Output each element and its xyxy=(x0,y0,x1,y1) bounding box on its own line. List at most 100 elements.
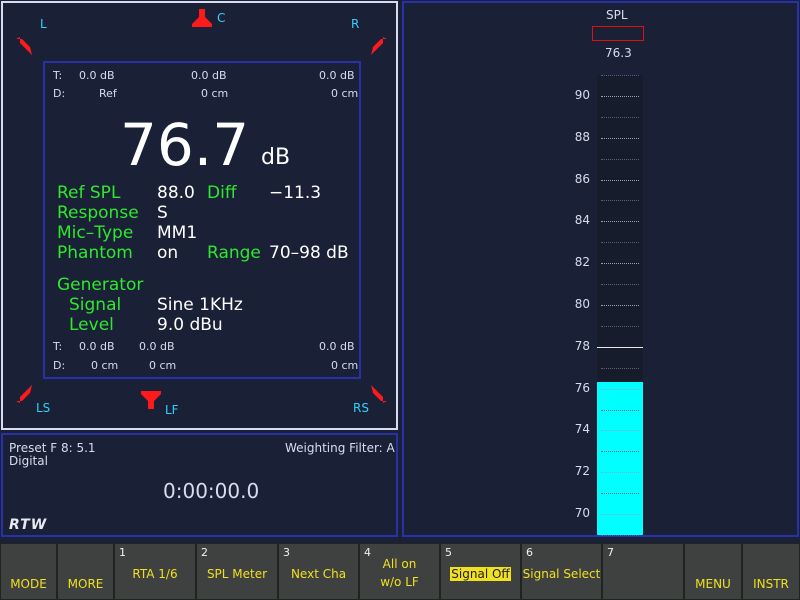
delay-bottom-ls: 0 cm xyxy=(91,359,119,372)
meter-tick-label: 76 xyxy=(574,380,590,395)
meter-gridline xyxy=(601,75,639,76)
next-channel-button[interactable]: 3 Next Cha xyxy=(278,543,359,600)
meter-gridline xyxy=(601,493,639,495)
meter-readout: 76.3 xyxy=(605,46,632,60)
menu-button[interactable]: MENU xyxy=(684,543,742,600)
ref-spl-label: Ref SPL xyxy=(57,183,121,203)
spl-main-unit: dB xyxy=(261,145,291,170)
trim-bottom-rs: 0.0 dB xyxy=(319,340,355,353)
meter-tick-label: 82 xyxy=(574,255,590,270)
meter-gridline xyxy=(601,325,639,327)
meter-bar xyxy=(597,382,643,535)
level-label: Level xyxy=(69,315,114,335)
spl-meter-button[interactable]: 2 SPL Meter xyxy=(196,543,278,600)
speaker-c-label: C xyxy=(217,11,226,25)
mode-button[interactable]: MODE xyxy=(0,543,57,600)
delay-bottom-label: D: xyxy=(53,359,66,372)
trim-top-label: T: xyxy=(53,69,63,82)
rtw-logo: RTW xyxy=(9,517,48,533)
timecode: 0:00:00.0 xyxy=(163,479,260,503)
meter-gridline xyxy=(601,305,639,306)
speaker-ls-icon[interactable] xyxy=(14,383,38,407)
meter-gridline xyxy=(601,430,639,432)
all-on-label: All on xyxy=(382,557,417,571)
range-value: 70–98 dB xyxy=(269,243,349,263)
signal-select-label: Signal Select xyxy=(522,567,601,581)
meter-gridline xyxy=(601,367,639,369)
key-number: 1 xyxy=(119,546,126,559)
speaker-lf-icon[interactable] xyxy=(139,387,163,411)
meter-gridline xyxy=(601,116,639,118)
trim-top-c: 0.0 dB xyxy=(191,69,227,82)
response-label: Response xyxy=(57,203,139,223)
generator-title: Generator xyxy=(57,275,144,295)
trim-top-r: 0.0 dB xyxy=(319,69,355,82)
meter-tick-label: 86 xyxy=(574,171,590,186)
delay-top-label: D: xyxy=(53,87,66,100)
meter-gridline xyxy=(601,158,639,160)
rta-button[interactable]: 1 RTA 1/6 xyxy=(114,543,196,600)
spl-meter-label: SPL Meter xyxy=(206,567,268,581)
trim-bottom-ls: 0.0 dB xyxy=(79,340,115,353)
response-value: S xyxy=(157,203,168,223)
speaker-r-label: R xyxy=(351,17,360,31)
signal-select-button[interactable]: 6 Signal Select xyxy=(521,543,602,600)
meter-gridline xyxy=(601,535,639,536)
speaker-l-label: L xyxy=(40,17,47,31)
delay-bottom-lf: 0 cm xyxy=(149,359,177,372)
signal-off-label: Signal Off xyxy=(450,567,511,581)
key-number: 5 xyxy=(445,546,452,559)
instr-button[interactable]: INSTR xyxy=(742,543,800,600)
meter-gridline xyxy=(601,388,639,390)
speaker-l-icon[interactable] xyxy=(14,33,38,57)
range-label: Range xyxy=(207,243,261,263)
signal-value: Sine 1KHz xyxy=(157,295,243,315)
meter-gridline xyxy=(601,451,639,453)
mic-type-value: MM1 xyxy=(157,223,198,243)
speaker-lf-label: LF xyxy=(165,403,179,417)
spl-info-box: T: 0.0 dB 0.0 dB 0.0 dB D: Ref 0 cm 0 cm… xyxy=(43,61,361,379)
softkey-bar: MODE MORE 1 RTA 1/6 2 SPL Meter 3 Next C… xyxy=(0,543,800,600)
speaker-ls-label: LS xyxy=(36,401,51,415)
delay-top-c: 0 cm xyxy=(201,87,229,100)
speaker-rs-label: RS xyxy=(353,401,369,415)
meter-gridline xyxy=(601,221,639,223)
signal-label: Signal xyxy=(69,295,122,315)
meter-gridline xyxy=(601,242,639,244)
meter-tick-label: 70 xyxy=(574,506,590,521)
spl-meter-panel: SPL 76.3 90 88 86 84 82 80 78 76 74 72 70 xyxy=(402,1,799,537)
weighting-filter: Weighting Filter: A xyxy=(285,441,395,455)
meter-gridline xyxy=(601,263,639,265)
meter-gridline xyxy=(601,514,639,516)
key-number: 7 xyxy=(607,546,614,559)
trim-top-l: 0.0 dB xyxy=(79,69,115,82)
key-number: 2 xyxy=(201,546,208,559)
diff-value: −11.3 xyxy=(269,183,322,203)
meter-peak-box xyxy=(592,26,644,41)
meter-gridline xyxy=(601,472,639,474)
meter-tick-label: 74 xyxy=(574,422,590,437)
signal-off-button[interactable]: 5 Signal Off xyxy=(440,543,521,600)
meter-tick-label: 90 xyxy=(574,87,590,102)
meter-tick-label: 72 xyxy=(574,464,590,479)
spl-main-value: 76.7 xyxy=(120,111,250,179)
source-label: Digital xyxy=(9,454,48,468)
meter-gridline xyxy=(601,200,639,202)
speaker-r-icon[interactable] xyxy=(365,33,389,57)
preset-name: Preset F 8: 5.1 xyxy=(9,441,96,455)
meter-title: SPL xyxy=(606,8,628,22)
level-value: 9.0 dBu xyxy=(157,315,223,335)
softkey-7[interactable]: 7 xyxy=(602,543,684,600)
next-channel-label: Next Cha xyxy=(290,567,347,581)
meter-peak-line xyxy=(597,346,643,348)
phantom-value: on xyxy=(157,243,179,263)
delay-top-l: Ref xyxy=(99,87,117,100)
delay-bottom-rs: 0 cm xyxy=(331,359,359,372)
speaker-c-icon[interactable] xyxy=(190,7,214,31)
rta-label: RTA 1/6 xyxy=(132,567,178,581)
ref-spl-value: 88.0 xyxy=(157,183,195,203)
more-button[interactable]: MORE xyxy=(57,543,114,600)
meter-tick-label: 88 xyxy=(574,129,590,144)
all-on-button[interactable]: 4 All on w/o LF xyxy=(359,543,440,600)
trim-bottom-label: T: xyxy=(53,340,63,353)
